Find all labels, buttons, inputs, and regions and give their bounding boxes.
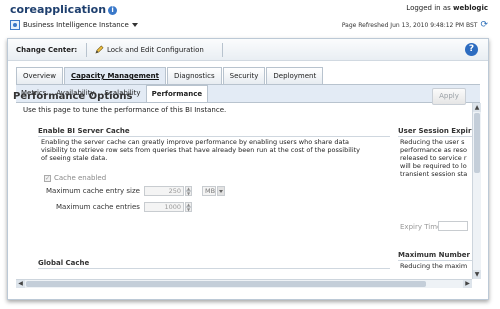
scroll-up-icon[interactable]: ▲ xyxy=(473,103,481,112)
cache-description-line: of seeing stale data. xyxy=(41,154,108,162)
login-info: Logged in as weblogic xyxy=(406,4,488,12)
help-icon[interactable]: ? xyxy=(465,43,478,56)
scroll-thumb[interactable] xyxy=(26,281,426,287)
max-entries-input[interactable]: 1000 xyxy=(144,202,184,212)
page-refreshed-text: Page Refreshed Jun 13, 2010 9:48:12 PM B… xyxy=(341,22,478,29)
session-description-line: performance as reso xyxy=(400,146,468,154)
scroll-right-icon[interactable]: ▶ xyxy=(463,280,472,288)
scroll-down-icon[interactable]: ▼ xyxy=(473,270,481,279)
cache-description-line: visibility to retrieve row sets from que… xyxy=(41,146,361,154)
section-divider xyxy=(38,268,390,269)
cache-enabled-checkbox[interactable]: ✓ Cache enabled xyxy=(44,174,106,182)
max-section-title: Maximum Number xyxy=(398,251,470,259)
page-title: Performance Options xyxy=(13,91,133,102)
cache-enabled-label: Cache enabled xyxy=(54,174,107,182)
cache-description-line: Enabling the server cache can greatly im… xyxy=(41,138,349,146)
chevron-down-icon xyxy=(131,23,138,27)
max-entry-size-label: Maximum cache entry size xyxy=(46,187,140,195)
max-entry-size-input[interactable]: 250 xyxy=(144,186,184,196)
section-divider xyxy=(38,136,390,137)
instance-menu-label: Business Intelligence Instance xyxy=(23,21,129,29)
main-frame: Change Center: Lock and Edit Configurati… xyxy=(7,38,489,300)
divider xyxy=(86,43,87,57)
app-title-text: coreapplication xyxy=(10,3,107,16)
tab-overview[interactable]: Overview xyxy=(16,67,63,84)
section-divider xyxy=(398,260,472,261)
session-section-title: User Session Expir xyxy=(398,127,472,135)
session-description-line: Reducing the user s xyxy=(400,138,465,146)
refresh-info: Page Refreshed Jun 13, 2010 9:48:12 PM B… xyxy=(342,21,488,30)
session-description-line: transient session sta xyxy=(400,170,468,178)
unit-select[interactable]: MB xyxy=(202,186,216,196)
app-title: coreapplication i xyxy=(10,3,118,16)
main-tabs: Overview Capacity Management Diagnostics… xyxy=(16,67,324,84)
lock-and-edit-button[interactable]: Lock and Edit Configuration xyxy=(95,45,204,54)
username: weblogic xyxy=(453,4,488,12)
session-description-line: will be required to lo xyxy=(400,162,467,170)
cache-description: Enabling the server cache can greatly im… xyxy=(41,138,391,162)
pencil-icon xyxy=(95,45,104,54)
page-description: Use this page to tune the performance of… xyxy=(23,106,227,114)
horizontal-scrollbar[interactable]: ◀ ▶ xyxy=(16,279,472,288)
max-entries-label: Maximum cache entries xyxy=(56,203,140,211)
tab-deployment[interactable]: Deployment xyxy=(266,67,324,84)
expiry-time-input[interactable] xyxy=(438,221,468,231)
scroll-left-icon[interactable]: ◀ xyxy=(16,280,25,288)
tab-capacity-management[interactable]: Capacity Management xyxy=(63,67,166,84)
max-entries-spinner[interactable]: ▲ ▼ xyxy=(185,202,192,212)
change-center-label: Change Center: xyxy=(16,46,78,54)
section-divider xyxy=(398,136,472,137)
max-entry-size-spinner[interactable]: ▲ ▼ xyxy=(185,186,192,196)
tab-performance[interactable]: Performance xyxy=(145,85,209,102)
divider xyxy=(222,43,223,57)
logged-in-label: Logged in as xyxy=(406,4,451,12)
scroll-thumb[interactable] xyxy=(474,113,480,173)
checkmark-icon: ✓ xyxy=(44,174,51,182)
info-icon[interactable]: i xyxy=(108,5,118,15)
tab-diagnostics[interactable]: Diagnostics xyxy=(167,67,222,84)
vertical-scrollbar[interactable]: ▲ ▼ xyxy=(472,103,481,279)
session-description: Reducing the user s performance as reso … xyxy=(400,138,472,178)
tab-security[interactable]: Security xyxy=(222,67,266,84)
global-cache-title: Global Cache xyxy=(38,259,90,267)
refresh-icon[interactable]: ⟳ xyxy=(480,21,488,30)
lock-and-edit-label: Lock and Edit Configuration xyxy=(107,45,204,54)
chevron-down-icon[interactable] xyxy=(217,186,225,196)
change-center-bar: Change Center: Lock and Edit Configurati… xyxy=(8,39,488,61)
sub-tab-divider xyxy=(16,102,480,103)
expiry-time-label: Expiry Time xyxy=(400,223,442,231)
instance-menu[interactable]: Business Intelligence Instance xyxy=(10,20,138,30)
max-description: Reducing the maxim xyxy=(400,262,468,270)
cache-section-title: Enable BI Server Cache xyxy=(38,127,130,135)
session-description-line: released to service r xyxy=(400,154,467,162)
bi-instance-icon xyxy=(10,20,20,30)
apply-button[interactable]: Apply xyxy=(432,88,466,105)
